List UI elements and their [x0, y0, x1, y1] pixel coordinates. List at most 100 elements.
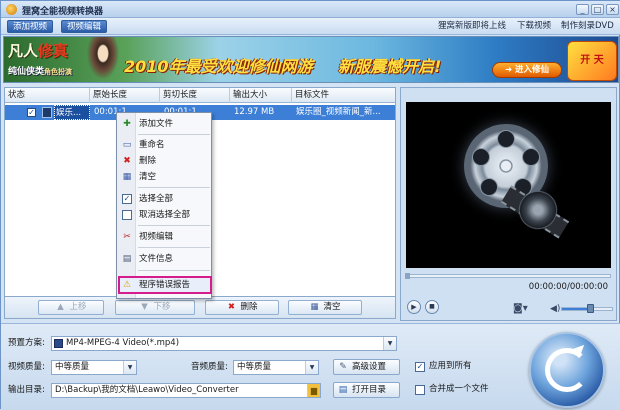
menu-divider: [138, 187, 210, 188]
audio-quality-label: 音频质量:: [191, 362, 228, 372]
row-target-file: 娱乐圈_视频新闻_新...: [296, 107, 381, 117]
menu-divider: [138, 247, 210, 248]
menu-item-rename[interactable]: ▭ 重命名: [119, 138, 211, 152]
preset-select[interactable]: MP4-MPEG-4 Video(*.mp4) ▼: [51, 336, 397, 351]
column-output-size[interactable]: 输出大小: [230, 88, 292, 103]
file-list-header: 状态 原始长度 剪切长度 输出大小 目标文件: [5, 88, 395, 103]
chevron-down-icon: ▼: [123, 361, 136, 374]
column-original-length[interactable]: 原始长度: [90, 88, 160, 103]
clear-icon: ▦: [310, 302, 319, 312]
banner-character-image: [84, 37, 122, 82]
folder-open-icon: ▤: [338, 385, 348, 395]
volume-icon[interactable]: ◀): [550, 304, 560, 314]
audio-quality-select[interactable]: 中等质量 ▼: [233, 360, 319, 375]
banner-slogan: 2010年最受欢迎修仙网游: [124, 57, 313, 76]
folder-icon[interactable]: ▆: [307, 384, 320, 397]
column-status[interactable]: 状态: [5, 88, 90, 103]
output-dir-input[interactable]: D:\Backup\我的文档\Leawo\Video_Converter ▆: [51, 383, 321, 398]
volume-fill: [562, 308, 590, 310]
banner-badge: 开 天: [567, 41, 617, 81]
close-button[interactable]: ×: [606, 4, 619, 15]
delete-icon: ✖: [123, 156, 131, 166]
title-bar: 狸窝全能视频转换器 _ □ ×: [1, 1, 620, 18]
time-display: 00:00:00/00:00:00: [528, 282, 608, 292]
burn-dvd-link[interactable]: 制作刻录DVD: [561, 20, 614, 33]
maximize-button[interactable]: □: [591, 4, 604, 15]
menu-item-select-all[interactable]: ✓ 选择全部: [119, 192, 211, 206]
convert-button[interactable]: [529, 332, 605, 408]
menu-divider: [138, 270, 210, 271]
checkbox-checked-icon: ✓: [122, 194, 132, 204]
move-down-button[interactable]: ▼ 下移: [115, 300, 195, 315]
snapshot-camera-icon[interactable]: ◙▾: [513, 303, 528, 314]
clear-icon: ▦: [122, 172, 132, 182]
window-title: 狸窝全能视频转换器: [22, 7, 104, 17]
seek-handle[interactable]: [405, 273, 410, 279]
checkbox-empty-icon: [122, 210, 132, 220]
menu-bar: 添加视频 视频编辑 狸窝新版即将上线 下载视频 制作刻录DVD: [1, 18, 620, 35]
play-button[interactable]: ▶: [407, 300, 421, 314]
apply-all-label: 应用到所有: [429, 361, 472, 371]
menu-item-error-report[interactable]: ⚠ 程序错误报告: [118, 276, 212, 294]
banner-slogan-2: 新服震憾开启!: [338, 57, 442, 76]
preset-label: 预置方案:: [8, 338, 45, 348]
banner-enter-button[interactable]: ➜ 进入修仙: [492, 62, 562, 78]
menu-divider: [138, 225, 210, 226]
document-icon: ▤: [122, 254, 132, 264]
warning-icon: ⚠: [122, 280, 132, 290]
move-up-button[interactable]: ▲ 上移: [38, 300, 104, 315]
volume-slider[interactable]: [561, 304, 613, 313]
delete-icon: ✖: [227, 302, 236, 312]
menu-item-add-file[interactable]: ✚ 添加文件: [119, 117, 211, 131]
main-window: 狸窝全能视频转换器 _ □ × 添加视频 视频编辑 狸窝新版即将上线 下载视频 …: [0, 0, 620, 410]
video-edit-button[interactable]: 视频编辑: [61, 20, 108, 33]
menu-item-deselect-all[interactable]: 取消选择全部: [119, 208, 211, 222]
advanced-settings-button[interactable]: ✎ 高级设置: [333, 359, 400, 375]
rename-icon: ▭: [122, 140, 132, 150]
chevron-down-icon: ▼: [305, 361, 318, 374]
apply-all-checkbox[interactable]: ✓: [415, 362, 425, 372]
video-quality-label: 视频质量:: [8, 362, 45, 372]
menu-item-file-info[interactable]: ▤ 文件信息: [119, 252, 211, 266]
download-video-link[interactable]: 下载视频: [517, 20, 551, 33]
format-icon: [54, 339, 63, 348]
arrow-up-icon: ▲: [57, 302, 64, 312]
add-video-button[interactable]: 添加视频: [7, 20, 54, 33]
volume-handle[interactable]: [586, 304, 594, 313]
output-dir-label: 输出目录:: [8, 385, 45, 395]
clear-button[interactable]: ▦ 清空: [288, 300, 362, 315]
column-cut-length[interactable]: 剪切长度: [160, 88, 230, 103]
merge-files-label: 合并成一个文件: [429, 384, 489, 394]
row-output-size: 12.97 MB: [234, 107, 275, 117]
add-file-icon: ✚: [123, 119, 131, 129]
app-logo-icon: [6, 4, 17, 15]
ad-banner[interactable]: 凡人修真 纯仙侠类角色扮演 2010年最受欢迎修仙网游 新服震憾开启! ➜ 进入…: [3, 36, 619, 83]
arrow-down-icon: ▼: [141, 302, 148, 312]
film-icon: [42, 107, 52, 118]
column-target-file[interactable]: 目标文件: [292, 88, 395, 103]
file-list-toolbar: ▲ 上移 ▼ 下移 ✖ 删除 ▦ 清空: [4, 297, 396, 319]
stop-button[interactable]: ■: [425, 300, 439, 314]
menu-item-clear[interactable]: ▦ 清空: [119, 170, 211, 184]
row-checkbox[interactable]: ✓: [27, 108, 36, 117]
menu-divider: [138, 134, 210, 135]
merge-files-checkbox[interactable]: [415, 385, 425, 395]
settings-panel: 预置方案: MP4-MPEG-4 Video(*.mp4) ▼ 视频质量: 中等…: [1, 323, 620, 410]
new-version-link[interactable]: 狸窝新版即将上线: [438, 20, 506, 33]
menu-item-delete[interactable]: ✖ 删除: [119, 154, 211, 168]
scissors-icon: ✂: [123, 232, 131, 242]
banner-tagline: 纯仙侠类角色扮演: [8, 67, 73, 77]
seek-bar[interactable]: [405, 273, 611, 279]
context-menu: ✚ 添加文件 ▭ 重命名 ✖ 删除 ▦ 清空 ✓ 选择全部 取消选择全部 ✂ 视频编辑 ▤ 文…: [116, 112, 212, 299]
delete-button[interactable]: ✖ 删除: [205, 300, 279, 315]
minimize-button[interactable]: _: [576, 4, 589, 15]
preview-panel: 00:00:00/00:00:00 ▶ ■ ◙▾ ◀): [400, 87, 617, 321]
chevron-down-icon: ▼: [383, 337, 396, 350]
row-file-name[interactable]: 娱乐...: [54, 105, 90, 120]
video-preview-screen: [406, 102, 611, 268]
settings-tools-icon: ✎: [339, 362, 347, 372]
open-directory-button[interactable]: ▤ 打开目录: [333, 382, 400, 398]
refresh-arrow-icon: [545, 348, 589, 392]
video-quality-select[interactable]: 中等质量 ▼: [51, 360, 137, 375]
menu-item-video-edit[interactable]: ✂ 视频编辑: [119, 230, 211, 244]
